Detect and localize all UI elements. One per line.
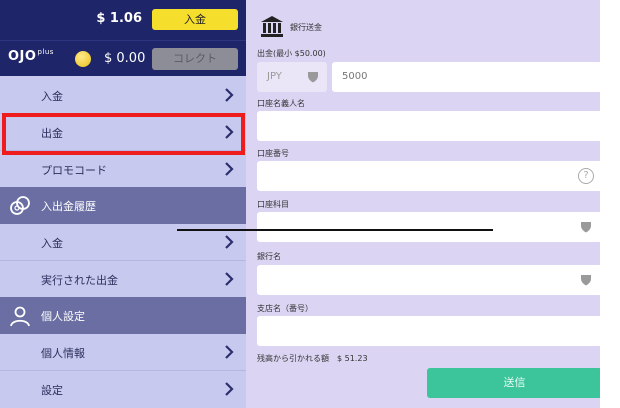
account-type-select[interactable] — [257, 212, 602, 242]
bank-name-label: 銀行名 — [257, 252, 281, 261]
balance-amount: $ 1.06 — [96, 11, 142, 26]
sidebar: $ 1.06 入金 OJOplus $ 0.00 コレクト 入金 出金 プロモコ… — [0, 0, 246, 408]
chevron-right-icon — [225, 162, 234, 176]
sidebar-item-settings[interactable]: 設定 — [0, 371, 246, 408]
shield-dropdown-icon — [581, 222, 591, 233]
sidebar-item-personal-info[interactable]: 個人情報 — [0, 334, 246, 371]
currency-select[interactable]: JPY — [257, 62, 327, 92]
sidebar-item-label: プロモコード — [41, 164, 107, 177]
submit-button[interactable]: 送信 — [427, 368, 602, 398]
bonus-bar: OJOplus $ 0.00 コレクト — [0, 40, 246, 76]
section-label: 個人設定 — [41, 310, 85, 323]
bonus-amount: $ 0.00 — [104, 51, 146, 66]
logo-sup: plus — [37, 48, 54, 56]
shield-dropdown-icon — [308, 72, 318, 83]
sidebar-item-label: 入金 — [41, 237, 63, 250]
amount-label: 出金(最小 $50.00) — [257, 49, 326, 58]
account-number-input[interactable]: ? — [257, 161, 602, 191]
account-name-label: 口座名義人名 — [257, 99, 305, 108]
user-icon — [10, 306, 30, 327]
bank-name-select[interactable] — [257, 265, 602, 295]
chevron-right-icon — [225, 272, 234, 286]
section-personal: 個人設定 — [0, 297, 246, 334]
chevron-right-icon — [225, 88, 234, 102]
section-history: 入出金履歴 — [0, 187, 246, 224]
sidebar-item-deposit[interactable]: 入金 — [0, 77, 246, 114]
coin-icon — [75, 51, 91, 67]
selection-highlight — [2, 113, 245, 155]
chevron-right-icon — [225, 235, 234, 249]
deducted-amount-text: 残高から引かれる額 $ 51.23 — [257, 354, 368, 363]
question-circle-icon[interactable]: ? — [578, 168, 594, 184]
branch-input[interactable] — [257, 316, 602, 346]
sidebar-item-label: 実行された出金 — [41, 274, 118, 287]
ojo-plus-logo: OJOplus — [8, 48, 54, 64]
deposit-button[interactable]: 入金 — [152, 9, 238, 30]
withdraw-form-panel: 銀行送金 出金(最小 $50.00) JPY 5000 口座名義人名 口座番号 … — [246, 0, 610, 408]
sidebar-item-label: 設定 — [41, 384, 63, 397]
account-type-label: 口座科目 — [257, 200, 289, 209]
account-name-input[interactable] — [257, 111, 602, 141]
section-label: 入出金履歴 — [41, 200, 96, 213]
currency-value: JPY — [267, 71, 282, 82]
sidebar-item-label: 個人情報 — [41, 347, 85, 360]
collect-button[interactable]: コレクト — [152, 48, 238, 70]
form-title: 銀行送金 — [290, 23, 322, 32]
panel-edge — [600, 0, 610, 408]
chevron-right-icon — [225, 382, 234, 396]
shield-dropdown-icon — [581, 275, 591, 286]
overlay-line — [177, 229, 493, 231]
sidebar-item-promo[interactable]: プロモコード — [0, 151, 246, 188]
sidebar-item-history-withdrawals[interactable]: 実行された出金 — [0, 261, 246, 298]
sidebar-item-label: 入金 — [41, 90, 63, 103]
account-number-label: 口座番号 — [257, 149, 289, 158]
chevron-right-icon — [225, 345, 234, 359]
logo-text: OJO — [8, 49, 37, 64]
amount-value: 5000 — [342, 71, 368, 82]
coins-icon — [10, 196, 30, 215]
branch-label: 支店名（番号） — [257, 304, 313, 313]
amount-input[interactable]: 5000 — [332, 62, 602, 92]
bank-icon — [261, 16, 283, 37]
balance-bar: $ 1.06 入金 — [0, 0, 246, 40]
